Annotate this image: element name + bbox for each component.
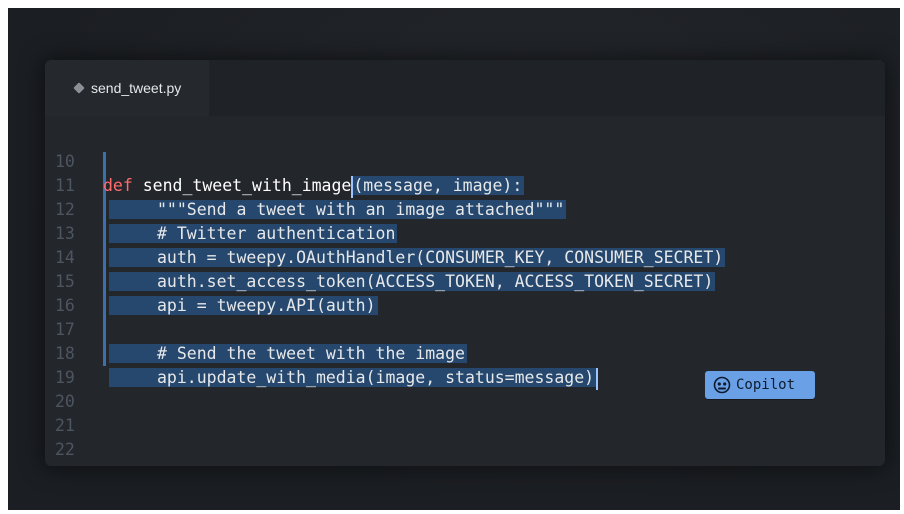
code-editor: send_tweet.py 10 def send_tweet_with_ima…	[45, 60, 885, 466]
code-line-19[interactable]: 19	[45, 342, 885, 387]
copilot-badge[interactable]: Copilot	[705, 371, 815, 399]
code-line-16[interactable]: 16	[45, 270, 885, 315]
tab-send-tweet[interactable]: send_tweet.py	[45, 60, 209, 116]
code-line-10[interactable]: 10 def send_tweet_with_image (message, im…	[45, 126, 885, 198]
video-frame: send_tweet.py 10 def send_tweet_with_ima…	[8, 8, 900, 510]
code-line-22[interactable]: 22	[45, 414, 885, 459]
tab-bar: send_tweet.py	[45, 60, 885, 116]
python-file-icon	[73, 82, 85, 94]
copilot-icon	[713, 376, 731, 394]
code-line-12[interactable]: 12 # Twitter authentication	[45, 174, 885, 243]
tab-label: send_tweet.py	[91, 80, 182, 96]
copilot-label: Copilot	[736, 377, 796, 393]
code-line-18[interactable]: 18 api.update_with_media(image, status=m…	[45, 318, 885, 390]
line-number: 22	[55, 440, 75, 459]
code-line-13[interactable]: 13 auth = tweepy.OAuthHandler(CONSUMER_K…	[45, 198, 885, 267]
code-line-11[interactable]: 11 """Send a tweet with an image attache…	[45, 150, 885, 219]
code-line-15[interactable]: 15 api = tweepy.API(auth)	[45, 246, 885, 315]
code-line-17[interactable]: 17 # Send the tweet with the image	[45, 294, 885, 363]
code-line-14[interactable]: 14 auth.set_access_token(ACCESS_TOKEN, A…	[45, 222, 885, 291]
